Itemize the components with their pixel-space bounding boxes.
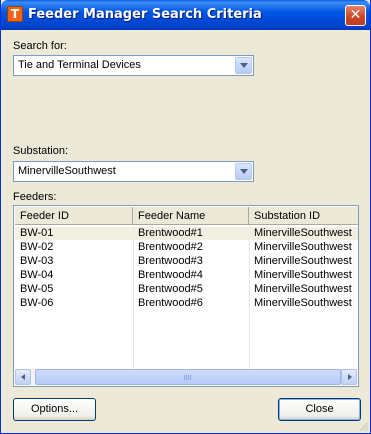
table-row[interactable]: BW-01 Brentwood#1 MinervilleSouthwest (15, 227, 358, 240)
window-title: Feeder Manager Search Criteria (28, 7, 262, 22)
feeders-table[interactable]: Feeder ID Feeder Name Substation ID BW-0… (13, 205, 359, 387)
feeder-name-cell: Brentwood#3 (138, 255, 203, 267)
table-row[interactable]: BW-02 Brentwood#2 MinervilleSouthwest (15, 241, 358, 254)
scroll-left-button[interactable] (15, 369, 31, 385)
substation-label: Substation: (13, 145, 69, 157)
horizontal-scrollbar[interactable] (15, 369, 357, 385)
column-header-feeder-id[interactable]: Feeder ID (15, 207, 133, 225)
table-row[interactable]: BW-06 Brentwood#6 MinervilleSouthwest (15, 297, 358, 310)
resize-grip[interactable] (358, 421, 368, 431)
substation-id-cell: MinervilleSouthwest (254, 297, 352, 309)
feeder-id-cell: BW-06 (20, 297, 54, 309)
grip-icon (184, 375, 192, 380)
close-window-button[interactable]: ✕ (345, 5, 366, 26)
feeder-id-cell: BW-02 (20, 241, 54, 253)
substation-id-cell: MinervilleSouthwest (254, 241, 352, 253)
substation-id-cell: MinervilleSouthwest (254, 283, 352, 295)
substation-id-cell: MinervilleSouthwest (254, 227, 352, 239)
substation-id-cell: MinervilleSouthwest (254, 269, 352, 281)
feeder-name-cell: Brentwood#5 (138, 283, 203, 295)
substation-dropdown-button[interactable] (235, 163, 252, 180)
options-button[interactable]: Options... (13, 398, 96, 421)
arrow-right-icon (348, 374, 352, 380)
chevron-down-icon (240, 63, 248, 68)
feeder-id-cell: BW-03 (20, 255, 54, 267)
substation-id-cell: MinervilleSouthwest (254, 255, 352, 267)
title-bar[interactable]: T Feeder Manager Search Criteria ✕ (1, 0, 370, 30)
column-header-substation-id[interactable]: Substation ID (249, 207, 358, 225)
feeder-id-cell: BW-01 (20, 227, 54, 239)
feeder-name-cell: Brentwood#1 (138, 227, 203, 239)
feeder-id-cell: BW-04 (20, 269, 54, 281)
feeders-label: Feeders: (13, 191, 57, 203)
search-for-dropdown[interactable]: Tie and Terminal Devices (13, 55, 254, 76)
feeder-search-dialog: T Feeder Manager Search Criteria ✕ Searc… (0, 0, 371, 434)
feeder-name-cell: Brentwood#4 (138, 269, 203, 281)
feeder-id-cell: BW-05 (20, 283, 54, 295)
table-row[interactable]: BW-05 Brentwood#5 MinervilleSouthwest (15, 283, 358, 296)
search-for-value: Tie and Terminal Devices (18, 59, 141, 71)
feeder-name-cell: Brentwood#6 (138, 297, 203, 309)
search-for-label: Search for: (13, 40, 67, 52)
table-row[interactable]: BW-03 Brentwood#3 MinervilleSouthwest (15, 255, 358, 268)
feeder-name-cell: Brentwood#2 (138, 241, 203, 253)
substation-value: MinervilleSouthwest (18, 165, 116, 177)
close-icon: ✕ (349, 7, 362, 23)
search-for-dropdown-button[interactable] (235, 57, 252, 74)
column-header-feeder-name[interactable]: Feeder Name (133, 207, 249, 225)
substation-dropdown[interactable]: MinervilleSouthwest (13, 161, 254, 182)
chevron-down-icon (240, 169, 248, 174)
arrow-left-icon (21, 374, 25, 380)
table-row[interactable]: BW-04 Brentwood#4 MinervilleSouthwest (15, 269, 358, 282)
scrollbar-thumb[interactable] (35, 369, 341, 385)
app-icon: T (7, 6, 23, 22)
scroll-right-button[interactable] (341, 369, 357, 385)
close-button[interactable]: Close (278, 398, 361, 421)
